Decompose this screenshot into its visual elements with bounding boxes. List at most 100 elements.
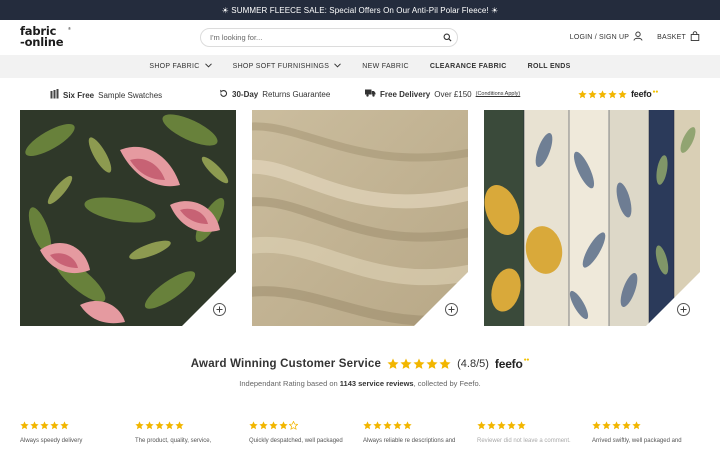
star-filled-icon	[165, 421, 174, 430]
search-bar[interactable]: I'm looking for...	[200, 28, 458, 47]
reviews-score: (4.8/5)	[457, 358, 489, 370]
star-filled-icon	[279, 421, 288, 430]
usp-swatches: Six Free Sample Swatches	[50, 89, 162, 101]
nav-item-clearance-fabric[interactable]: CLEARANCE FABRIC	[430, 63, 507, 70]
star-filled-icon	[175, 421, 184, 430]
usp-swatches-text: Sample Swatches	[98, 90, 163, 100]
usp-returns-bold: 30-Day	[232, 90, 259, 99]
usp-delivery-text: Over £150	[434, 89, 472, 99]
nav-label: ROLL ENDS	[527, 63, 571, 70]
review-card: Arrived swiftly, well packaged and	[592, 421, 702, 446]
basket-icon	[690, 31, 700, 43]
star-filled-icon	[578, 89, 587, 98]
zoom-plus-icon[interactable]	[445, 303, 458, 316]
feefo-label: feefo	[631, 89, 652, 99]
tile-corner	[414, 272, 468, 326]
usp-returns: 30-Day Returns Guarantee	[219, 89, 330, 100]
tile-corner	[646, 272, 700, 326]
star-filled-icon	[135, 421, 144, 430]
star-filled-icon	[155, 421, 164, 430]
review-text: Always speedy delivery	[20, 438, 83, 444]
star-filled-icon	[393, 421, 402, 430]
star-filled-icon	[145, 421, 154, 430]
feefo-dots-icon: ●●	[523, 357, 530, 363]
review-text: Arrived swiftly, well packaged and	[592, 438, 682, 444]
reviews-count[interactable]: 1143 service reviews	[340, 379, 414, 388]
star-filled-icon	[373, 421, 382, 430]
header-actions: LOGIN / SIGN UP BASKET	[570, 31, 700, 43]
usp-delivery: Free Delivery Over £150 (Conditions Appl…	[365, 89, 520, 99]
nav-label: CLEARANCE FABRIC	[429, 63, 507, 70]
usp-feefo[interactable]: feefo ●●	[578, 89, 658, 99]
usp-strip: Six Free Sample Swatches 30-Day Returns …	[0, 86, 720, 104]
zoom-plus-icon[interactable]	[677, 303, 690, 316]
star-filled-icon	[439, 358, 451, 369]
zoom-plus-icon[interactable]	[213, 303, 226, 316]
login-label: LOGIN / SIGN UP	[569, 33, 630, 41]
star-filled-icon	[602, 421, 611, 430]
review-card: Always reliable re descriptions and	[363, 421, 473, 446]
product-tile-floral[interactable]	[20, 110, 236, 326]
search-icon[interactable]	[437, 29, 457, 46]
star-rating	[578, 89, 627, 99]
star-filled-icon	[60, 421, 69, 430]
review-text: Quickly despatched, well packaged	[249, 438, 343, 444]
feefo-logo[interactable]: feefo ●●	[494, 357, 530, 371]
star-filled-icon	[592, 421, 601, 430]
nav-item-roll-ends[interactable]: ROLL ENDS	[528, 63, 571, 70]
feefo-label: feefo	[494, 357, 523, 371]
nav-item-shop-fabric[interactable]: SHOP FABRIC	[149, 63, 212, 70]
star-filled-icon	[487, 421, 496, 430]
review-card: Reviewer did not leave a comment.	[477, 421, 587, 446]
usp-delivery-bold: Free Delivery	[380, 89, 431, 99]
reviews-header: Award Winning Customer Service (4.8/5) f…	[0, 357, 720, 371]
usp-returns-text: Returns Guarantee	[262, 90, 331, 99]
star-filled-icon	[612, 421, 621, 430]
product-tile-plain[interactable]	[252, 110, 468, 326]
star-filled-icon	[40, 421, 49, 430]
star-filled-icon	[387, 358, 399, 369]
conditions-link[interactable]: (Conditions Apply)	[476, 91, 521, 97]
login-link[interactable]: LOGIN / SIGN UP	[570, 31, 643, 43]
star-filled-icon	[383, 421, 392, 430]
nav-item-shop-soft-furnishings[interactable]: SHOP SOFT FURNISHINGS	[233, 63, 342, 70]
star-filled-icon	[598, 89, 607, 98]
star-filled-icon	[426, 358, 438, 369]
logo-registered-mark: ®	[68, 26, 71, 31]
nav-label: SHOP FABRIC	[149, 63, 200, 70]
main-nav: SHOP FABRIC SHOP SOFT FURNISHINGS NEW FA…	[0, 55, 720, 78]
star-filled-icon	[400, 358, 412, 369]
review-text: The product, quality, service,	[135, 438, 212, 444]
star-filled-icon	[477, 421, 486, 430]
nav-item-new-fabric[interactable]: NEW FABRIC	[362, 63, 409, 70]
returns-arrow-icon	[219, 89, 228, 100]
star-filled-icon	[632, 421, 641, 430]
star-filled-icon	[30, 421, 39, 430]
chevron-down-icon	[334, 63, 342, 70]
star-filled-icon	[622, 421, 631, 430]
swatch-stack-icon	[50, 89, 59, 101]
feefo-logo: feefo ●●	[631, 89, 658, 99]
star-filled-icon	[588, 89, 597, 98]
star-filled-icon	[403, 421, 412, 430]
star-filled-icon	[517, 421, 526, 430]
star-filled-icon	[618, 89, 627, 98]
basket-label: BASKET	[657, 33, 686, 41]
nav-label: SHOP SOFT FURNISHINGS	[232, 63, 330, 70]
tile-corner	[182, 272, 236, 326]
reviews-sub-suffix: , collected by Feefo.	[413, 379, 481, 388]
site-logo[interactable]: fabric -online ®	[20, 25, 76, 52]
star-filled-icon	[363, 421, 372, 430]
reviews-sub-prefix: Independant Rating based on	[239, 379, 338, 388]
basket-link[interactable]: BASKET	[657, 31, 700, 43]
logo-line2: -online	[20, 35, 64, 49]
star-filled-icon	[608, 89, 617, 98]
review-star-rating	[249, 421, 359, 430]
product-tile-morris[interactable]	[484, 110, 700, 326]
chevron-down-icon	[204, 63, 212, 70]
search-input[interactable]: I'm looking for...	[210, 33, 437, 42]
promo-banner[interactable]: ☀ SUMMER FLEECE SALE: Special Offers On …	[0, 0, 720, 20]
star-filled-icon	[249, 421, 258, 430]
star-filled-icon	[497, 421, 506, 430]
usp-swatches-bold: Six Free	[63, 90, 95, 100]
